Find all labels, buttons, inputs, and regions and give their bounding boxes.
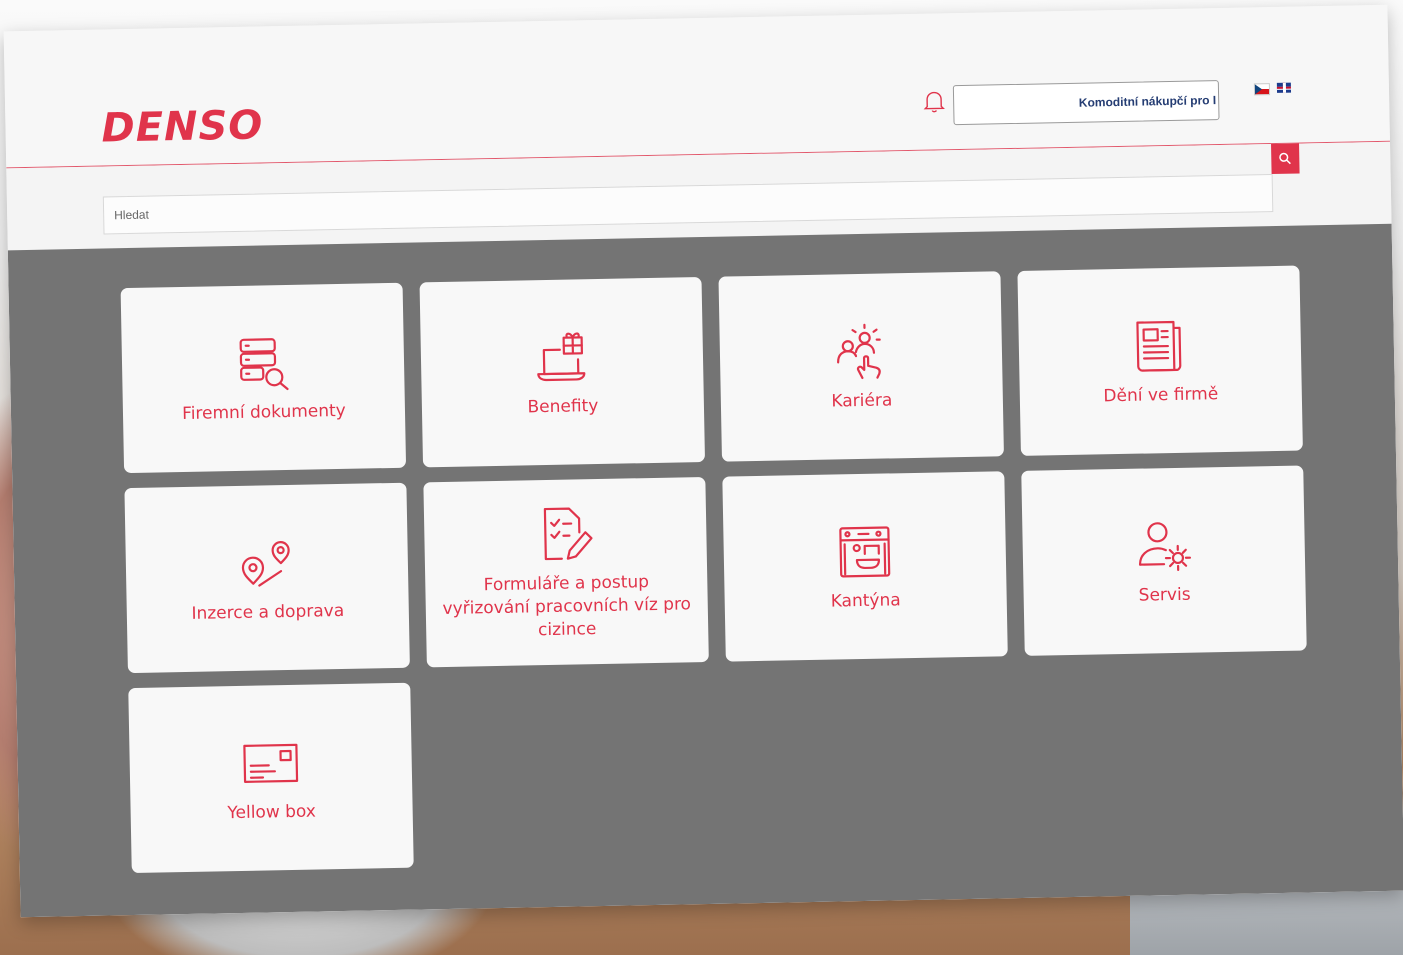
checklist-pen-icon — [543, 507, 593, 561]
user-gear-icon — [1138, 522, 1192, 572]
tile-label: Servis — [1138, 584, 1191, 606]
tile-label: Dění ve firmě — [1103, 384, 1219, 407]
uk-flag-icon[interactable] — [1276, 82, 1292, 93]
tile-inzerce-a-doprava[interactable]: Inzerce a doprava — [124, 482, 410, 674]
coffee-machine-icon — [839, 526, 891, 578]
tile-label: Firemní dokumenty — [181, 400, 346, 425]
header: DENSO Komoditní nákupčí pro I — [3, 4, 1390, 169]
intranet-screen: DENSO Komoditní nákupčí pro I Hledat Fir… — [3, 4, 1403, 918]
bell-icon[interactable] — [923, 89, 945, 113]
czech-flag-icon[interactable] — [1253, 83, 1271, 96]
route-pins-icon — [241, 541, 290, 587]
tile-firemni-dokumenty[interactable]: Firemní dokumenty — [120, 282, 407, 474]
tile-label: Inzerce a doprava — [191, 600, 345, 624]
tile-kariera[interactable]: Kariéra — [718, 271, 1004, 462]
tile-yellow-box[interactable]: Yellow box — [128, 682, 414, 874]
search-button[interactable] — [1271, 143, 1300, 175]
search-icon — [1279, 152, 1291, 165]
tiles-area: Firemní dokumenty Benefity Kariéra Dění … — [7, 223, 1403, 918]
tile-label: Yellow box — [227, 801, 317, 824]
tile-servis[interactable]: Servis — [1021, 465, 1307, 656]
tile-label: Formuláře a postup vyřizování pracovních… — [442, 572, 692, 641]
newspaper-icon — [1136, 320, 1182, 372]
document-search-icon — [239, 338, 289, 391]
tile-benefity[interactable]: Benefity — [419, 277, 706, 468]
user-selector[interactable]: Komoditní nákupčí pro I — [952, 80, 1220, 126]
language-switcher — [1253, 82, 1292, 96]
tile-formulare-viza[interactable]: Formuláře a postup vyřizování pracovních… — [423, 476, 709, 668]
tile-kantyna[interactable]: Kantýna — [722, 471, 1008, 662]
gift-laptop-icon — [537, 332, 586, 382]
tile-deni-ve-firme[interactable]: Dění ve firmě — [1017, 265, 1303, 456]
denso-logo[interactable]: DENSO — [101, 102, 264, 151]
tile-label: Kantýna — [830, 590, 901, 612]
career-people-icon — [837, 323, 881, 380]
tile-label: Benefity — [527, 396, 599, 418]
tile-label: Kariéra — [831, 390, 893, 412]
postcard-icon — [243, 743, 299, 783]
tile-grid: Firemní dokumenty Benefity Kariéra Dění … — [120, 265, 1311, 874]
search-input[interactable] — [102, 174, 1274, 235]
